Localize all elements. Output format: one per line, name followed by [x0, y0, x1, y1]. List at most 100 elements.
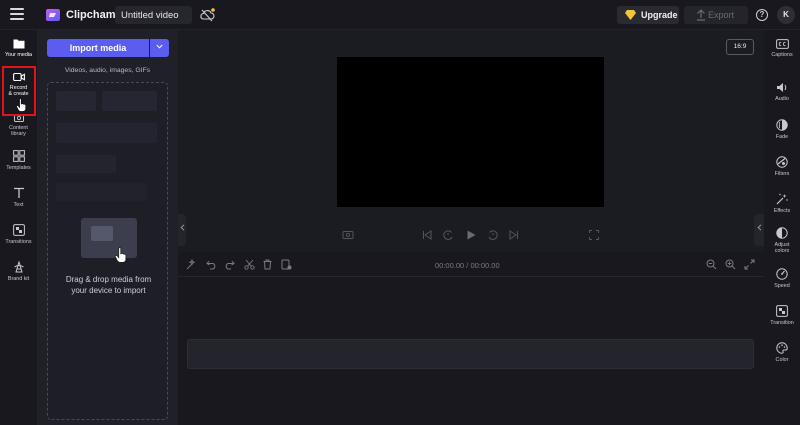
panel-label: Transition — [770, 320, 794, 326]
timeline: 00:00.00 / 00:00.00 — [178, 252, 764, 425]
fit-timeline-icon[interactable] — [744, 259, 755, 270]
fullscreen-icon[interactable] — [588, 229, 600, 241]
placeholder-thumbnail — [56, 155, 116, 173]
media-panel: Import media Videos, audio, images, GIFs… — [37, 30, 178, 425]
help-icon[interactable]: ? — [756, 9, 768, 21]
import-media-button[interactable]: Import media — [47, 39, 149, 57]
undo-icon[interactable] — [206, 259, 217, 270]
skip-forward-icon[interactable] — [508, 229, 520, 241]
drop-line-2: your device to import — [71, 286, 146, 295]
panel-label: Audio — [775, 96, 789, 102]
forward-5s-icon[interactable] — [487, 229, 499, 241]
palette-icon — [776, 342, 788, 354]
placeholder-thumbnail — [56, 183, 146, 201]
cloud-sync-off-icon[interactable] — [199, 8, 215, 22]
magic-edit-icon[interactable] — [186, 259, 197, 270]
drop-illustration — [81, 218, 137, 258]
chevron-left-icon — [756, 224, 761, 231]
timeline-track[interactable] — [187, 339, 754, 369]
rewind-5s-icon[interactable] — [442, 229, 454, 241]
hamburger-menu-icon[interactable] — [10, 8, 24, 20]
panel-label: Color — [775, 357, 789, 363]
skip-back-icon[interactable] — [421, 229, 433, 241]
upgrade-button[interactable]: Upgrade — [617, 6, 679, 24]
app-name: Clipchamp — [66, 9, 123, 21]
templates-icon — [12, 150, 25, 162]
panel-label: Captions — [771, 52, 793, 58]
scissors-icon[interactable] — [244, 259, 255, 270]
play-icon[interactable] — [465, 229, 477, 241]
panel-label: Speed — [774, 283, 790, 289]
avatar[interactable]: K — [777, 6, 795, 24]
nav-label: Your media — [4, 52, 33, 58]
nav-label: Templates — [6, 165, 31, 171]
transitions-icon — [12, 224, 25, 236]
nav-label: Transitions — [5, 239, 32, 245]
speaker-icon — [777, 83, 787, 92]
nav-label: Text — [13, 202, 24, 208]
zoom-out-icon[interactable] — [706, 259, 717, 270]
nav-content-library[interactable]: Content library — [0, 114, 37, 137]
export-button[interactable]: Export — [684, 6, 748, 24]
import-options-dropdown[interactable] — [150, 39, 169, 57]
upgrade-label: Upgrade — [641, 10, 678, 20]
drop-instructions: Drag & drop media from your device to im… — [48, 274, 167, 296]
panel-audio[interactable]: Audio — [764, 82, 800, 102]
nav-label: Brand kit — [7, 276, 30, 282]
text-icon — [13, 187, 24, 198]
panel-filters[interactable]: Filters — [764, 156, 800, 177]
adjust-colors-icon — [776, 227, 788, 239]
timeline-time-display: 00:00.00 / 00:00.00 — [435, 261, 500, 270]
screenshot-icon[interactable] — [342, 229, 354, 241]
transition-icon — [776, 305, 788, 317]
delete-icon[interactable] — [262, 259, 273, 270]
panel-effects[interactable]: Effects — [764, 193, 800, 214]
nav-brand-kit[interactable]: Brand kit — [0, 261, 37, 282]
panel-label: Effects — [773, 208, 791, 214]
hand-cursor-icon — [16, 98, 27, 112]
drop-zone[interactable]: Drag & drop media from your device to im… — [47, 82, 168, 420]
properties-panel: Captions Audio Fade Filters Effects Adju… — [764, 30, 800, 425]
video-canvas[interactable] — [337, 57, 604, 207]
panel-label: Fade — [775, 134, 789, 140]
collapse-media-panel-button[interactable] — [178, 214, 186, 246]
nav-your-media[interactable]: Your media — [0, 38, 37, 58]
panel-transition[interactable]: Transition — [764, 305, 800, 326]
add-media-icon[interactable] — [281, 259, 292, 270]
zoom-in-icon[interactable] — [725, 259, 736, 270]
collapse-properties-panel-button[interactable] — [754, 214, 764, 246]
nav-label: Content library — [9, 125, 28, 137]
placeholder-thumbnail — [56, 91, 96, 111]
filters-icon — [776, 156, 788, 168]
panel-speed[interactable]: Speed — [764, 268, 800, 289]
nav-templates[interactable]: Templates — [0, 150, 37, 171]
clipchamp-app: Clipchamp Untitled video Upgrade Export … — [0, 0, 800, 425]
chevron-left-icon — [179, 224, 184, 231]
panel-adjust-colors[interactable]: Adjust colors — [764, 227, 800, 254]
panel-fade[interactable]: Fade — [764, 119, 800, 140]
redo-icon[interactable] — [224, 259, 235, 270]
video-title-input[interactable]: Untitled video — [115, 6, 192, 24]
media-hint: Videos, audio, images, GIFs — [64, 67, 151, 74]
nav-transitions[interactable]: Transitions — [0, 224, 37, 245]
upload-arrow-icon — [697, 9, 705, 21]
drop-line-1: Drag & drop media from — [65, 275, 152, 284]
diamond-icon — [625, 10, 636, 20]
placeholder-thumbnail — [56, 123, 157, 143]
export-label: Export — [708, 10, 735, 20]
hand-drag-icon — [114, 247, 127, 263]
panel-color[interactable]: Color — [764, 342, 800, 363]
placeholder-thumbnail — [102, 91, 157, 111]
fade-icon — [776, 119, 788, 131]
chevron-down-icon — [156, 44, 163, 49]
clipchamp-logo-icon — [46, 9, 60, 21]
aspect-ratio-button[interactable]: 16:9 — [726, 39, 754, 55]
panel-label: Filters — [774, 171, 790, 177]
panel-label: Adjust colors — [774, 242, 790, 254]
magic-wand-icon — [776, 193, 788, 205]
speedometer-icon — [776, 268, 788, 280]
nav-text[interactable]: Text — [0, 187, 37, 208]
panel-captions[interactable]: Captions — [764, 39, 800, 58]
preview-area: 16:9 — [186, 30, 764, 252]
timeline-toolbar: 00:00.00 / 00:00.00 — [178, 252, 764, 277]
